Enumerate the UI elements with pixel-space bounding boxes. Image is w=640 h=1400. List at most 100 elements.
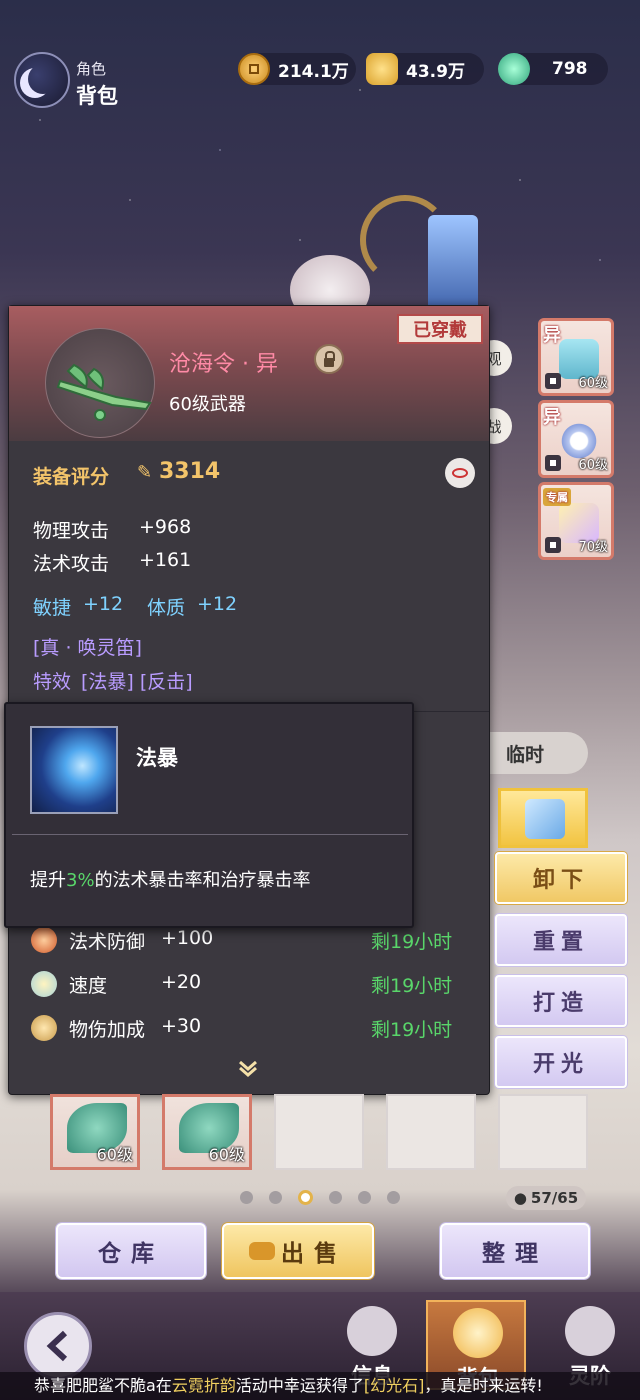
capacity-value: 57/65 [530,1189,579,1207]
item-level: 60级 [208,1145,245,1164]
bonus-name: 敏捷 [33,597,72,619]
desc-pre: 提升 [30,870,66,891]
stat-value: +968 [139,516,192,538]
currency-jade[interactable]: 798 [498,53,608,85]
score-value: 3314 [159,459,221,484]
lock-icon [545,373,561,389]
back-arrow-icon[interactable] [24,1312,92,1380]
item-detail-panel: 已穿戴 沧海令 · 异 60级武器 装备评分 ✎ 3314 物理攻击 +968 … [8,305,490,1095]
ticker-reward: [幻光石] [363,1376,425,1395]
currency-gold[interactable]: 43.9万 [366,53,484,85]
fist-icon [347,1306,397,1356]
unequip-button[interactable]: 卸下 [495,852,627,904]
buff-time: 剩19小时 [371,1019,453,1041]
lock-icon[interactable] [314,344,344,374]
slot-level: 70级 [578,540,608,555]
bonus-value: +12 [197,593,238,615]
scene-ribbon [360,195,450,285]
buff-time: 剩19小时 [371,931,453,953]
desc-highlight: 3% [66,870,95,891]
page-dot[interactable] [269,1191,282,1204]
header-subtitle: 角色 [76,60,107,78]
forge-button[interactable]: 打造 [495,975,627,1027]
bonus-value: +12 [83,593,124,615]
skill-title: 法暴 [136,746,178,770]
desc-post: 的法术暴击率和治疗暴击率 [94,870,311,891]
moon-avatar-icon[interactable] [14,52,70,108]
stat-value: +161 [139,549,192,571]
gold-ingot-icon [366,53,398,85]
currency-copper[interactable]: 214.1万 [238,53,356,85]
ingot-icon [249,1242,275,1260]
temporary-item[interactable] [498,788,588,848]
ticker-pre: 恭喜肥肥鲨不脆a在 [34,1376,172,1395]
page-dot[interactable] [358,1191,371,1204]
bowl-icon [31,927,57,953]
page-title: 背包 [76,84,118,108]
bag-item[interactable]: 60级 [50,1094,140,1170]
buff-name: 速度 [69,975,108,997]
item-name: 沧海令 · 异 [169,352,278,377]
bag-empty-slot[interactable] [274,1094,364,1170]
buff-row: 物伤加成 +30 剩19小时 [31,1009,461,1049]
sell-label: 出售 [281,1241,347,1267]
arrange-button[interactable]: 整理 [440,1223,590,1279]
buff-value: +20 [161,971,202,993]
buff-value: +30 [161,1015,202,1037]
bag-icon: ● [513,1189,527,1207]
feather-icon: ✎ [137,462,153,483]
skill-tooltip: 法暴 提升3%的法术暴击率和治疗暴击率 [4,702,414,928]
buff-name: 法术防御 [69,931,146,953]
currency-value: 798 [552,59,588,79]
bag-empty-slot[interactable] [498,1094,588,1170]
bag-capacity: ● 57/65 [506,1186,586,1210]
page-dot[interactable] [329,1191,342,1204]
announcement-ticker: 恭喜肥肥鲨不脆a在云霓折韵活动中幸运获得了[幻光石]，真是时来运转! [0,1372,640,1400]
bag-item[interactable]: 60级 [162,1094,252,1170]
currency-value: 214.1万 [278,61,349,82]
weapon-icon [45,328,155,438]
equip-slot-boots[interactable]: 专属 70级 [538,482,614,560]
eye-icon[interactable] [445,458,475,488]
sell-button[interactable]: 出售 [222,1223,374,1279]
stat-name: 法术攻击 [33,553,110,575]
slot-tag: 异 [543,407,561,428]
score-label: 装备评分 [33,466,110,488]
skill-description: 提升3%的法术暴击率和治疗暴击率 [30,866,311,892]
stat-name: 物理攻击 [33,520,110,542]
ticker-post: ，真是时来运转! [424,1376,543,1395]
lock-icon [545,537,561,553]
page-dot[interactable] [240,1191,253,1204]
lock-icon [545,455,561,471]
effects-list[interactable]: [法暴] [反击] [81,667,193,694]
flame-icon [565,1306,615,1356]
slot-tag: 异 [543,325,561,346]
divider [12,834,408,835]
bag-icon [453,1308,503,1358]
slot-level: 60级 [578,376,608,391]
equip-slot-belt[interactable]: 异 60级 [538,400,614,478]
page-dot-active[interactable] [298,1190,313,1205]
equip-slot-armor[interactable]: 异 60级 [538,318,614,396]
item-type: 60级武器 [169,394,246,415]
slot-tag: 专属 [543,488,571,506]
bag-empty-slot[interactable] [386,1094,476,1170]
buff-name: 物伤加成 [69,1019,146,1041]
buff-row: 速度 +20 剩19小时 [31,965,461,1005]
reset-button[interactable]: 重置 [495,914,627,966]
enlighten-button[interactable]: 开光 [495,1036,627,1088]
buff-value: +100 [161,927,214,949]
slot-level: 60级 [578,458,608,473]
currency-value: 43.9万 [406,61,465,82]
effects-label: 特效 [33,671,72,693]
chevron-down-icon[interactable] [237,1056,259,1078]
glove-icon [525,799,565,839]
set-name: [真 · 唤灵笛] [33,637,142,659]
bonus-name: 体质 [147,597,186,619]
buff-time: 剩19小时 [371,975,453,997]
page-dot[interactable] [387,1191,400,1204]
ticker-event: 云霓折韵 [171,1376,236,1395]
jade-dragon-icon [498,53,530,85]
copper-coin-icon [238,53,270,85]
warehouse-button[interactable]: 仓库 [56,1223,206,1279]
